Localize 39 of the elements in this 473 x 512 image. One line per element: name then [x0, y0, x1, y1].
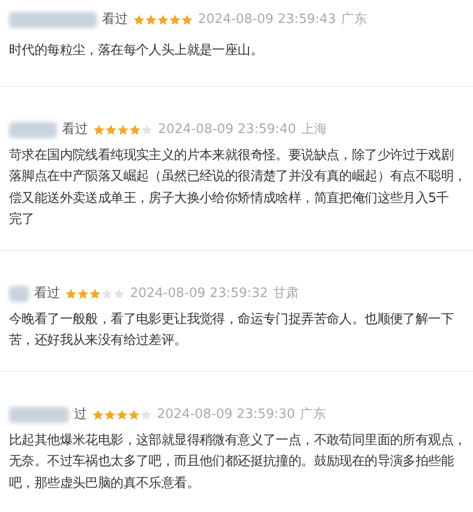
star-icon — [140, 408, 152, 420]
star-icon — [129, 124, 141, 136]
star-icon — [92, 408, 104, 420]
star-icon — [93, 124, 105, 136]
star-icon — [89, 288, 101, 300]
username-blur — [9, 286, 29, 302]
star-icon — [181, 14, 193, 26]
review-text: 时代的每粒尘，落在每个人头上就是一座山。 — [9, 42, 264, 60]
star-icon — [104, 408, 116, 420]
star-icon — [157, 14, 169, 26]
star-icon — [117, 124, 129, 136]
star-icon — [116, 408, 128, 420]
watched-label: 看过 — [102, 11, 128, 30]
star-icon — [101, 288, 113, 300]
watched-label: 看过 — [62, 120, 88, 139]
review-region: 上海 — [301, 120, 328, 139]
review-time: 2024-08-09 23:59:40 — [158, 120, 296, 139]
star-icon — [77, 288, 89, 300]
star-icon — [145, 14, 157, 26]
star-icon — [105, 124, 117, 136]
star-icon — [128, 408, 140, 420]
star-icon — [133, 14, 145, 26]
star-icon — [113, 288, 125, 300]
username-blur — [9, 406, 69, 422]
review-text: 苛求在国内院线看纯现实主义的片本来就很奇怪。要说缺点，除了少许过于戏剧 落脚点在中产陨落又崛起（虽然已经说的很清楚了并没有真的崛起）有点不聪明， 偿又能送外卖送成单王，房子大换小给你矫情成啥样，简直把俺们这些月入5千 完了 — [9, 146, 466, 229]
star-icon — [65, 288, 77, 300]
review-region: 甘肃 — [273, 284, 300, 303]
watched-label: 看过 — [34, 284, 60, 303]
watched-label: 过 — [74, 406, 87, 424]
review-region: 广东 — [341, 11, 368, 30]
review-time: 2024-08-09 23:59:32 — [130, 284, 268, 303]
star-icon — [141, 124, 153, 136]
star-icon — [169, 14, 181, 26]
review-region: 广东 — [300, 406, 326, 424]
review-text: 比起其他爆米花电影，这部就显得稍微有意义了一点，不敢苟同里面的所有观点， 无奈。不过车祸也太多了吧，而且他们都还挺抗撞的。鼓励现在的导演多拍些能 吧，那些虚头巴脑的真不乐意看。 — [9, 432, 466, 492]
username-blur — [9, 122, 57, 138]
review-text: 今晚看了一般般，看了电影更让我觉得，命运专门捉弄苦命人。也顺便了解一下 苦，还好我从来没有给过差评。 — [9, 310, 454, 350]
review-time: 2024-08-09 23:59:30 — [157, 406, 296, 424]
review-time: 2024-08-09 23:59:43 — [198, 11, 336, 30]
